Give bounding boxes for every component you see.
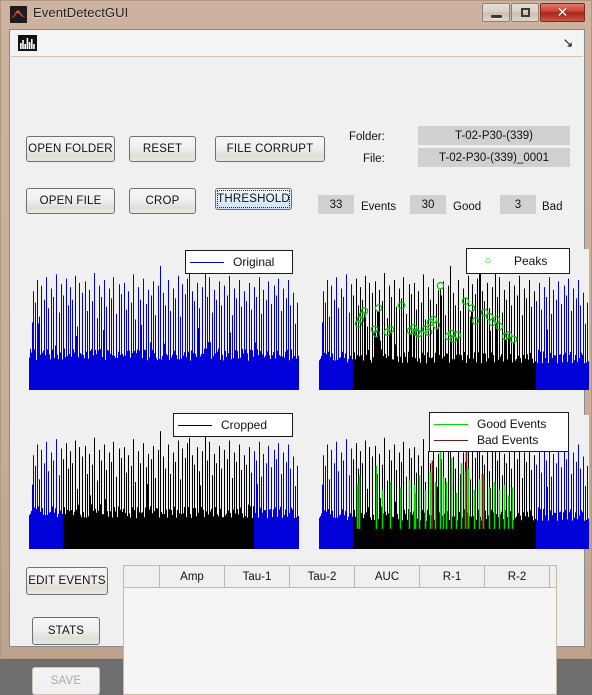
events-count-field[interactable]: 33 (318, 195, 354, 214)
legend-peaks: ○ Peaks (466, 248, 570, 274)
open-file-button[interactable]: OPEN FILE (26, 188, 115, 214)
table-header-rownum (124, 566, 160, 587)
crop-button[interactable]: CROP (129, 188, 196, 214)
legend-swatch-good-events (434, 423, 468, 425)
bad-count-field[interactable]: 3 (500, 195, 536, 214)
matlab-membrane-icon (10, 6, 27, 23)
table-header-r-1: R-1 (420, 566, 485, 587)
legend-swatch-cropped (178, 424, 212, 426)
legend-swatch-original (190, 261, 224, 263)
legend-label-original: Original (233, 255, 275, 269)
table-header-tau-2: Tau-2 (290, 566, 355, 587)
good-label: Good (453, 201, 482, 213)
events-label: Events (361, 201, 397, 213)
table-header-amp: Amp (160, 566, 225, 587)
legend-marker-peaks: ○ (484, 255, 492, 267)
stats-button[interactable]: STATS (32, 617, 100, 645)
results-table[interactable]: Amp Tau-1 Tau-2 AUC R-1 R-2 (123, 565, 557, 695)
file-value: T-02-P30-(339)_0001 (418, 148, 570, 167)
legend-label-peaks: Peaks (514, 254, 548, 268)
file-label: File: (363, 153, 385, 165)
bad-label: Bad (542, 201, 563, 213)
table-header-auc: AUC (355, 566, 420, 587)
table-body[interactable] (124, 588, 556, 694)
table-header-r-2: R-2 (485, 566, 550, 587)
main-panel: OPEN FOLDER RESET FILE CORRUPT OPEN FILE… (11, 57, 589, 695)
application-window: EventDetectGUI ✕ ↘ OPEN FOLDER RESET FIL… (0, 0, 592, 695)
folder-label: Folder: (349, 131, 385, 143)
table-header-row: Amp Tau-1 Tau-2 AUC R-1 R-2 (124, 566, 556, 588)
legend-label-bad-events: Bad Events (477, 433, 539, 447)
title-bar[interactable]: EventDetectGUI ✕ (1, 1, 592, 28)
minimize-button[interactable] (482, 3, 510, 22)
edit-events-button[interactable]: EDIT EVENTS (26, 567, 108, 595)
legend-events: Good Events Bad Events (429, 412, 569, 452)
toolbar-overflow-icon[interactable]: ↘ (561, 36, 575, 50)
legend-cropped: Cropped (173, 413, 293, 437)
legend-label-cropped: Cropped (221, 418, 268, 432)
threshold-button[interactable]: THRESHOLD (215, 188, 292, 210)
window-title: EventDetectGUI (33, 5, 129, 20)
legend-original: Original (185, 250, 293, 274)
client-area: ↘ OPEN FOLDER RESET FILE CORRUPT OPEN FI… (9, 29, 589, 695)
folder-value: T-02-P30-(339) (418, 126, 570, 145)
close-icon: ✕ (556, 4, 569, 20)
maximize-button[interactable] (511, 3, 539, 22)
histogram-icon[interactable] (18, 35, 37, 51)
close-button[interactable]: ✕ (540, 3, 585, 22)
toolbar: ↘ (11, 31, 583, 57)
reset-button[interactable]: RESET (129, 136, 196, 162)
good-count-field[interactable]: 30 (410, 195, 446, 214)
save-button: SAVE (32, 667, 100, 695)
table-header-tau-1: Tau-1 (225, 566, 290, 587)
legend-label-good-events: Good Events (477, 417, 547, 431)
file-corrupt-button[interactable]: FILE CORRUPT (215, 136, 325, 162)
legend-swatch-bad-events (434, 439, 468, 441)
open-folder-button[interactable]: OPEN FOLDER (26, 136, 115, 162)
